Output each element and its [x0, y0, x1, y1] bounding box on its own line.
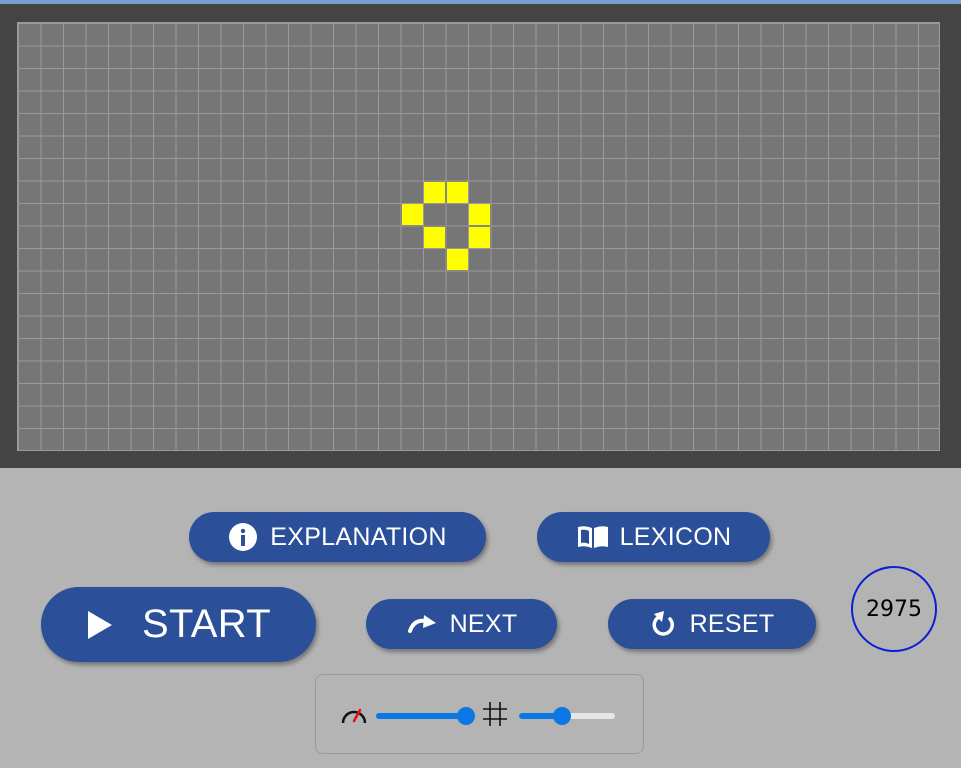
reset-button[interactable]: RESET — [608, 599, 816, 649]
slider-panel — [315, 674, 644, 754]
lexicon-button[interactable]: LEXICON — [537, 512, 770, 562]
start-button[interactable]: START — [41, 587, 316, 662]
start-label: START — [142, 602, 271, 646]
speed-slider-handle[interactable] — [457, 707, 475, 725]
live-cell[interactable] — [401, 204, 423, 225]
play-icon — [86, 609, 114, 641]
redo-arrow-icon — [406, 613, 438, 635]
book-icon — [576, 524, 610, 550]
lexicon-label: LEXICON — [619, 522, 732, 551]
grid-size-slider-handle[interactable] — [553, 707, 572, 725]
reset-icon — [650, 610, 676, 638]
info-icon — [228, 522, 258, 552]
live-cell[interactable] — [424, 181, 445, 203]
explanation-label: EXPLANATION — [270, 522, 447, 551]
life-grid[interactable] — [17, 22, 940, 451]
live-cell[interactable] — [446, 181, 468, 203]
live-cell[interactable] — [446, 249, 468, 270]
explanation-button[interactable]: EXPLANATION — [189, 512, 486, 562]
next-button[interactable]: NEXT — [366, 599, 557, 649]
next-label: NEXT — [449, 609, 518, 638]
live-cell[interactable] — [424, 226, 445, 248]
speed-slider-track[interactable] — [376, 713, 466, 719]
reset-label: RESET — [689, 609, 775, 638]
live-cell[interactable] — [469, 204, 490, 225]
board-frame — [0, 4, 961, 468]
grid-icon — [482, 701, 508, 732]
live-cell[interactable] — [469, 226, 490, 248]
speedometer-icon — [340, 701, 368, 732]
generation-counter: 2975 — [851, 566, 937, 652]
